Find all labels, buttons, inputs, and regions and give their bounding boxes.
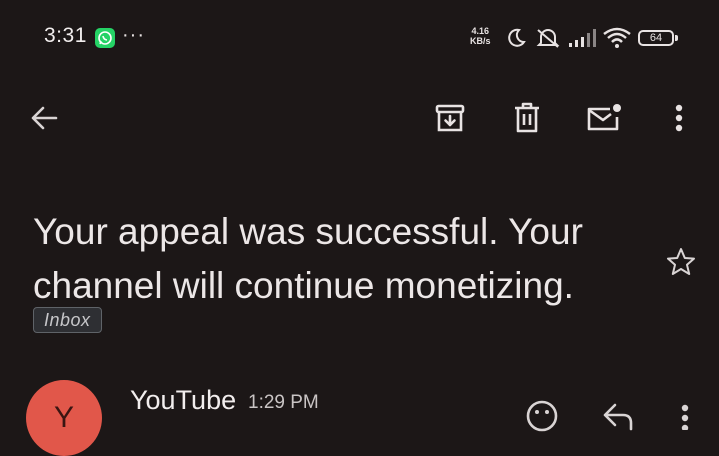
trash-icon <box>515 102 539 133</box>
delete-button[interactable] <box>507 98 547 138</box>
network-speed-unit: KB/s <box>470 36 491 46</box>
signal-icon <box>569 29 596 47</box>
battery-tip <box>675 35 678 41</box>
battery-indicator: 64 <box>638 30 674 46</box>
star-button[interactable] <box>665 246 697 283</box>
more-notifications-icon: ··· <box>122 24 145 46</box>
reply-button[interactable] <box>598 396 638 436</box>
emoji-icon <box>526 400 558 432</box>
back-button[interactable] <box>24 98 64 138</box>
moon-icon <box>508 28 526 47</box>
react-emoji-button[interactable] <box>522 396 562 436</box>
avatar[interactable]: Y <box>26 380 102 456</box>
email-subject: Your appeal was successful. Your channel… <box>33 210 583 306</box>
label-chip-inbox[interactable]: Inbox <box>33 307 102 333</box>
arrow-left-icon <box>31 106 58 130</box>
status-time: 3:31 <box>44 24 87 47</box>
status-bar: 3:31 ··· 4.16 KB/s 64 <box>0 0 719 78</box>
archive-button[interactable] <box>430 98 470 138</box>
network-speed: 4.16 KB/s <box>470 26 491 46</box>
email-time: 1:29 PM <box>248 392 319 413</box>
message-more-button[interactable] <box>670 396 700 436</box>
star-icon <box>667 248 695 275</box>
more-options-button[interactable] <box>664 98 694 138</box>
sender-name: YouTube <box>130 385 237 415</box>
reply-icon <box>603 403 633 431</box>
more-vert-icon <box>675 104 683 132</box>
whatsapp-icon <box>95 28 115 48</box>
mark-unread-button[interactable] <box>583 98 625 138</box>
wifi-icon <box>603 27 631 48</box>
more-vert-icon <box>681 404 689 430</box>
network-speed-value: 4.16 <box>471 26 490 36</box>
bell-off-icon <box>536 29 560 48</box>
archive-icon <box>435 104 465 132</box>
mail-unread-icon <box>587 104 621 131</box>
